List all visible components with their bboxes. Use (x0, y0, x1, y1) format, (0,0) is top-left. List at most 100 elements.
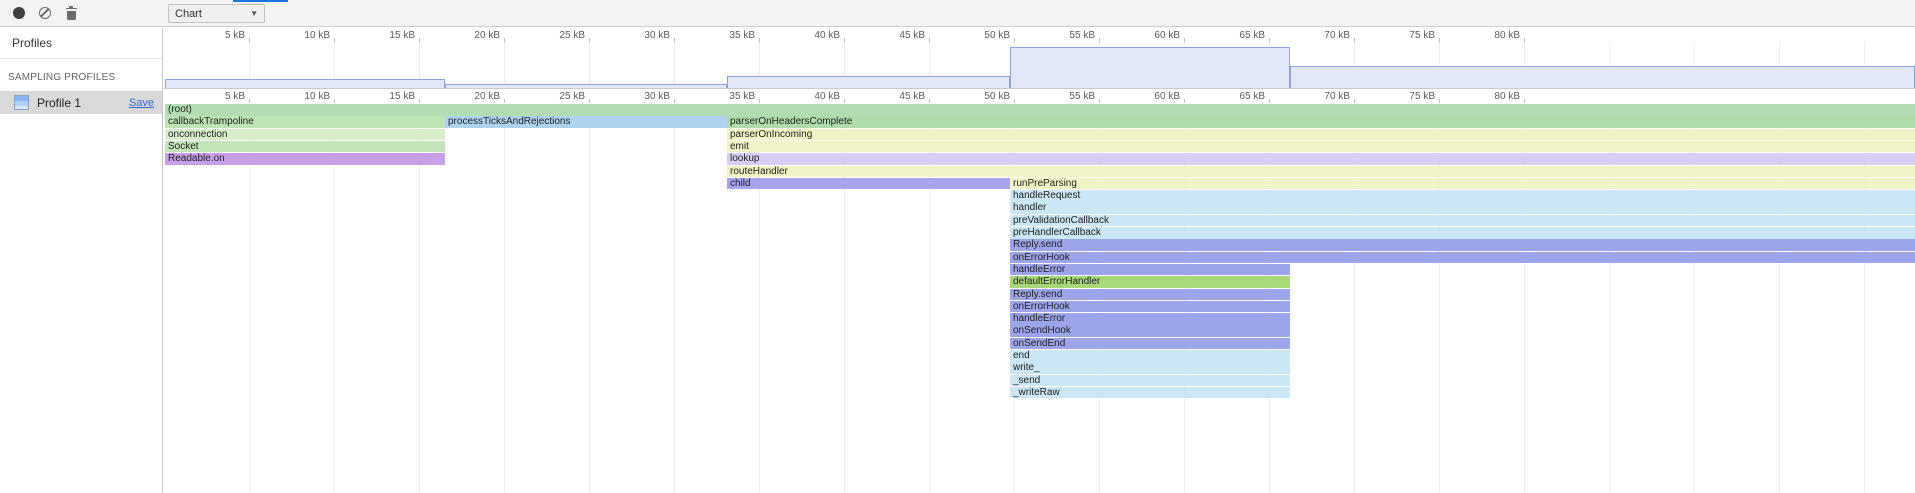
ruler-tick-label: 80 kB (1494, 30, 1524, 41)
record-icon (13, 7, 25, 19)
flame-chart: (root)callbackTrampolineprocessTicksAndR… (164, 104, 1915, 493)
flame-bar[interactable]: _send (1010, 375, 1290, 387)
ruler-tick-label: 45 kB (899, 91, 929, 102)
ruler-tick (1099, 99, 1100, 103)
ruler-tick (929, 99, 930, 103)
flame-bar[interactable]: preValidationCallback (1010, 215, 1915, 227)
profile-item[interactable]: Profile 1 Save (0, 91, 162, 114)
flame-bar[interactable]: Readable.on (165, 153, 445, 165)
ruler-tick (589, 99, 590, 103)
ruler-tick-label: 30 kB (644, 30, 674, 41)
flame-bar[interactable]: _writeRaw (1010, 387, 1290, 399)
flame-bar[interactable]: lookup (727, 153, 1915, 165)
ruler-tick-label: 30 kB (644, 91, 674, 102)
gridline (504, 42, 505, 88)
trash-icon (66, 7, 77, 20)
ruler-tick-label: 60 kB (1154, 30, 1184, 41)
ruler-tick-label: 50 kB (984, 30, 1014, 41)
flame-bar[interactable]: runPreParsing (1010, 178, 1915, 190)
ruler-tick-label: 20 kB (474, 30, 504, 41)
ruler-tick-label: 25 kB (559, 30, 589, 41)
ruler-tick (1439, 99, 1440, 103)
active-tab-indicator (233, 0, 288, 2)
ruler-tick-label: 15 kB (389, 91, 419, 102)
ruler-tick-label: 45 kB (899, 30, 929, 41)
ruler-tick-label: 75 kB (1409, 91, 1439, 102)
block-icon (39, 7, 51, 19)
flame-bar[interactable]: parserOnIncoming (727, 129, 1915, 141)
flame-bar[interactable]: onSendHook (1010, 325, 1290, 337)
flame-bar[interactable]: preHandlerCallback (1010, 227, 1915, 239)
flame-bar[interactable]: handleError (1010, 313, 1290, 325)
delete-button[interactable] (58, 0, 84, 26)
ruler-tick-label: 15 kB (389, 30, 419, 41)
chevron-down-icon: ▼ (250, 9, 258, 18)
gridline (674, 104, 675, 493)
ruler-tick-label: 70 kB (1324, 30, 1354, 41)
ruler-tick-label: 40 kB (814, 30, 844, 41)
flame-bar[interactable]: onErrorHook (1010, 252, 1915, 264)
sampling-profiles-section-title: SAMPLING PROFILES (0, 59, 162, 91)
flame-bar[interactable]: emit (727, 141, 1915, 153)
overview-chart[interactable] (164, 42, 1915, 88)
ruler-tick-label: 70 kB (1324, 91, 1354, 102)
gridline (589, 104, 590, 493)
flame-bar[interactable]: onSendEnd (1010, 338, 1290, 350)
flame-bar[interactable]: Reply.send (1010, 239, 1915, 251)
gridline (674, 42, 675, 88)
ruler-tick-label: 65 kB (1239, 91, 1269, 102)
flame-bar[interactable]: handler (1010, 202, 1915, 214)
ruler-tick-label: 25 kB (559, 91, 589, 102)
flame-bar[interactable]: Socket (165, 141, 445, 153)
flame-bar[interactable]: handleError (1010, 264, 1290, 276)
ruler-tick (249, 99, 250, 103)
ruler-top: 5 kB10 kB15 kB20 kB25 kB30 kB35 kB40 kB4… (164, 28, 1915, 42)
ruler-tick-label: 55 kB (1069, 91, 1099, 102)
ruler-tick (759, 99, 760, 103)
ruler-tick (1014, 99, 1015, 103)
view-select[interactable]: Chart ▼ (168, 4, 265, 23)
flame-bar[interactable]: (root) (165, 104, 1915, 116)
ruler-tick-label: 55 kB (1069, 30, 1099, 41)
ruler-tick-label: 10 kB (304, 91, 334, 102)
flame-bar[interactable]: callbackTrampoline (165, 116, 445, 128)
ruler-tick-label: 60 kB (1154, 91, 1184, 102)
ruler-tick-label: 50 kB (984, 91, 1014, 102)
view-select-value: Chart (175, 8, 202, 20)
flame-bar[interactable]: child (727, 178, 1010, 190)
ruler-tick (1269, 99, 1270, 103)
ruler-tick-label: 5 kB (225, 91, 249, 102)
ruler-tick (844, 99, 845, 103)
profile-chart-icon (14, 95, 29, 110)
flame-bar[interactable]: Reply.send (1010, 289, 1290, 301)
ruler-tick (674, 99, 675, 103)
profiles-sidebar: Profiles SAMPLING PROFILES Profile 1 Sav… (0, 28, 163, 493)
flame-bar[interactable]: write_ (1010, 362, 1290, 374)
flame-bar[interactable]: processTicksAndRejections (445, 116, 727, 128)
flame-bar[interactable]: handleRequest (1010, 190, 1915, 202)
flame-bar[interactable]: onconnection (165, 129, 445, 141)
ruler-tick (1184, 99, 1185, 103)
ruler-bottom: 5 kB10 kB15 kB20 kB25 kB30 kB35 kB40 kB4… (164, 88, 1915, 103)
ruler-tick-label: 80 kB (1494, 91, 1524, 102)
ruler-tick-label: 40 kB (814, 91, 844, 102)
flame-bar[interactable]: routeHandler (727, 166, 1915, 178)
flame-bar[interactable]: defaultErrorHandler (1010, 276, 1290, 288)
ruler-tick-label: 20 kB (474, 91, 504, 102)
ruler-tick (1354, 99, 1355, 103)
overview-area-segment (1290, 66, 1915, 88)
gridline (504, 104, 505, 493)
sidebar-title: Profiles (0, 28, 162, 59)
ruler-tick-label: 5 kB (225, 30, 249, 41)
flame-bar[interactable]: end (1010, 350, 1290, 362)
ruler-tick-label: 65 kB (1239, 30, 1269, 41)
flame-bar[interactable]: onErrorHook (1010, 301, 1290, 313)
save-link[interactable]: Save (129, 97, 154, 109)
profiler-main: 5 kB10 kB15 kB20 kB25 kB30 kB35 kB40 kB4… (164, 28, 1915, 493)
flame-bar[interactable]: parserOnHeadersComplete (727, 116, 1915, 128)
overview-area-segment (727, 76, 1010, 88)
ruler-tick (419, 99, 420, 103)
clear-button[interactable] (32, 0, 58, 26)
record-button[interactable] (6, 0, 32, 26)
overview-area-segment (1010, 47, 1290, 88)
